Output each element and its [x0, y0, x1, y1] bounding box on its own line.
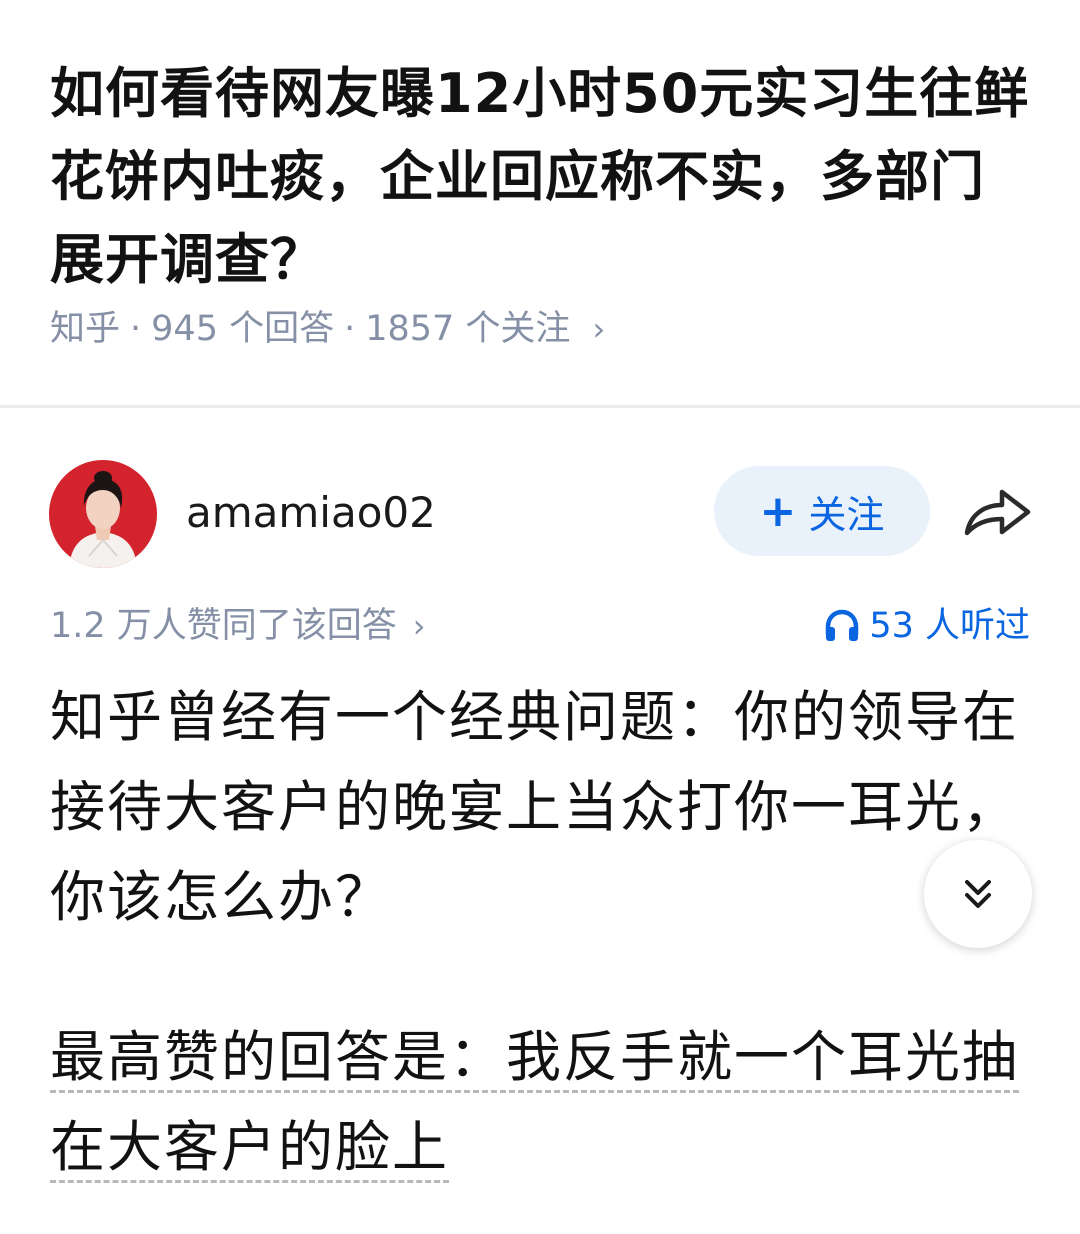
share-button[interactable] — [962, 483, 1034, 541]
answer-highlight-text[interactable]: 最高赞的回答是：我反手就一个耳光抽在大客户的脸上 — [50, 1025, 1019, 1179]
upvote-stats[interactable]: 1.2 万人赞同了该回答 › — [50, 602, 426, 650]
author-name[interactable]: amamiao02 — [186, 487, 436, 539]
share-arrow-icon — [964, 489, 1031, 536]
answer-paragraph: 最高赞的回答是：我反手就一个耳光抽在大客户的脸上 — [50, 1012, 1020, 1192]
meta-separator: · — [344, 309, 356, 349]
answer-count: 945 个回答 — [151, 309, 335, 349]
headphone-icon — [826, 609, 859, 641]
avatar[interactable] — [49, 460, 157, 568]
listen-count: 53 人听过 — [869, 606, 1030, 646]
follow-label: 关注 — [808, 492, 885, 537]
answer-paragraph: 知乎曾经有一个经典问题：你的领导在接待大客户的晚宴上当众打你一耳光，你该怎么办？ — [50, 685, 1020, 929]
upvote-count: 1.2 万人赞同了该回答 — [50, 606, 397, 646]
listen-stats[interactable]: 53 人听过 — [823, 602, 1030, 650]
meta-separator: · — [130, 309, 142, 349]
expand-button[interactable] — [924, 840, 1032, 948]
answer-page: 如何看待网友曝12小时50元实习生往鲜花饼内吐痰，企业回应称不实，多部门展开调查… — [0, 0, 1080, 1234]
chevron-right-icon: › — [412, 607, 426, 645]
follow-button[interactable]: + 关注 — [714, 466, 930, 556]
avatar-image — [49, 460, 157, 568]
chevron-right-icon: › — [592, 310, 606, 348]
section-divider — [0, 405, 1080, 408]
question-meta[interactable]: 知乎 · 945 个回答 · 1857 个关注 › — [50, 305, 605, 353]
double-chevron-down-icon — [965, 880, 991, 908]
question-title[interactable]: 如何看待网友曝12小时50元实习生往鲜花饼内吐痰，企业回应称不实，多部门展开调查… — [50, 52, 1035, 301]
plus-icon: + — [759, 485, 797, 537]
follower-count: 1857 个关注 — [365, 309, 571, 349]
question-source: 知乎 — [50, 309, 121, 349]
